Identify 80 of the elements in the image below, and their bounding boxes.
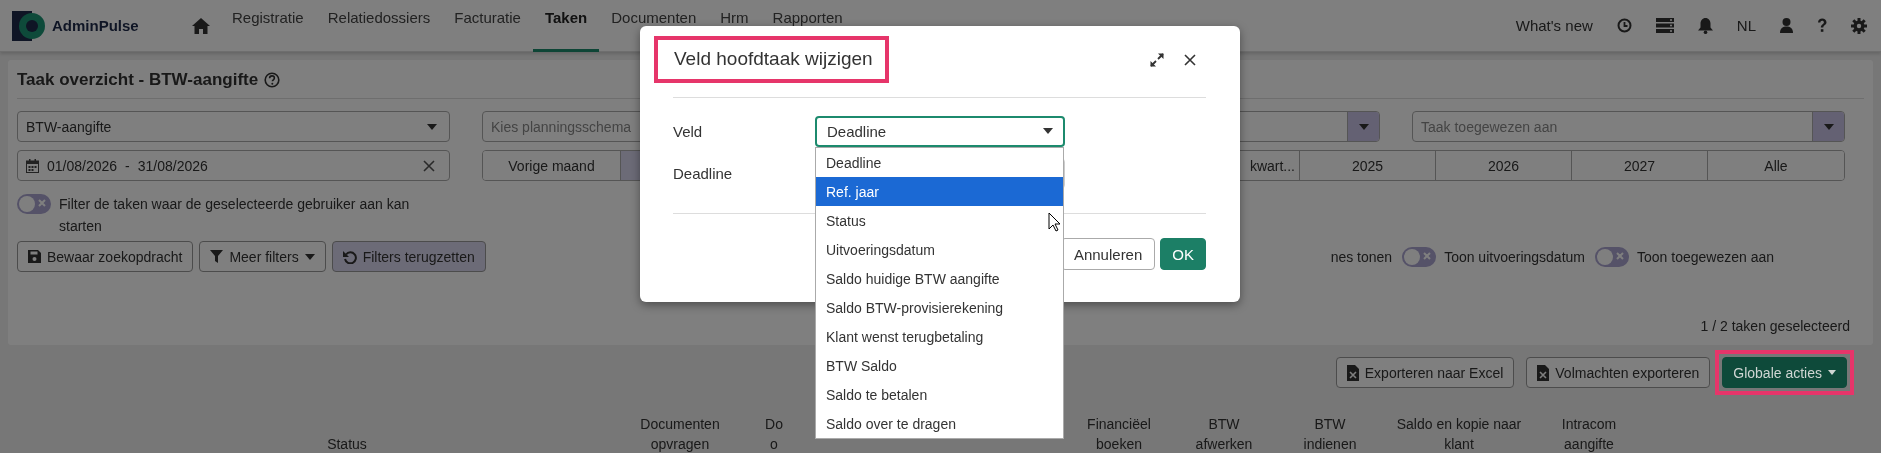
save-icon bbox=[28, 250, 41, 263]
cursor-icon bbox=[1048, 212, 1061, 232]
nav-item[interactable]: Registratie bbox=[220, 0, 316, 52]
whats-new-link[interactable]: What's new bbox=[1515, 17, 1593, 34]
toggle-switch[interactable] bbox=[1595, 247, 1629, 267]
bell-icon[interactable] bbox=[1697, 17, 1713, 34]
field-select[interactable]: Deadline bbox=[815, 115, 1065, 147]
server-icon[interactable] bbox=[1655, 18, 1674, 33]
column-header: BTW indienen bbox=[1302, 415, 1358, 453]
spreadsheet-file-icon bbox=[1346, 364, 1359, 381]
selection-count: 1 / 2 taken geselecteerd bbox=[1700, 318, 1850, 334]
nav-item[interactable]: Facturatie bbox=[442, 0, 533, 52]
save-search-button[interactable]: Bewaar zoekopdracht bbox=[17, 241, 194, 272]
toggle-label: Toon uitvoeringsdatum bbox=[1444, 248, 1585, 265]
logo-text: AdminPulse bbox=[52, 17, 139, 34]
date-range-field[interactable]: 01/08/2026 - 31/08/2026 bbox=[17, 150, 450, 181]
dropdown-option[interactable]: Uitvoeringsdatum bbox=[816, 235, 1063, 264]
x-icon bbox=[1616, 252, 1624, 260]
caret-icon bbox=[427, 123, 437, 130]
calendar-icon bbox=[26, 158, 39, 173]
dropdown-option[interactable]: Ref. jaar bbox=[816, 177, 1063, 206]
help-icon[interactable] bbox=[1817, 18, 1827, 33]
dropdown-option[interactable]: Saldo over te dragen bbox=[816, 409, 1063, 438]
modal-title: Veld hoofdtaak wijzigen bbox=[654, 36, 889, 83]
date-separator: - bbox=[125, 157, 130, 174]
column-header: Documenten opvragen bbox=[639, 415, 721, 453]
help-icon[interactable] bbox=[264, 72, 281, 88]
date-to: 31/08/2026 bbox=[137, 157, 209, 174]
more-filters-button[interactable]: Meer filters bbox=[199, 241, 326, 272]
filter-icon bbox=[210, 250, 224, 263]
caret-icon bbox=[1043, 128, 1053, 134]
dropdown-option[interactable]: Saldo huidige BTW aangifte bbox=[816, 264, 1063, 293]
export-button[interactable]: Volmachten exporteren bbox=[1526, 357, 1711, 388]
date-from: 01/08/2026 bbox=[47, 157, 118, 174]
logo-icon bbox=[12, 10, 46, 41]
caret-icon bbox=[304, 253, 315, 260]
global-actions-button[interactable]: Globale acties bbox=[1722, 357, 1847, 388]
caret-icon bbox=[1823, 123, 1834, 130]
field-label: Deadline bbox=[673, 164, 734, 182]
page-title: Taak overzicht - BTW-aangifte bbox=[17, 70, 259, 90]
ok-button[interactable]: OK bbox=[1160, 238, 1206, 270]
x-icon bbox=[1423, 252, 1432, 260]
dropdown-option[interactable]: Klant wenst terugbetaling bbox=[816, 322, 1063, 351]
x-icon bbox=[38, 199, 46, 207]
toggle-switch[interactable] bbox=[17, 194, 51, 214]
dropdown-option[interactable]: Saldo BTW-provisierekening bbox=[816, 293, 1063, 322]
language-selector[interactable]: NL bbox=[1736, 17, 1756, 34]
user-icon[interactable] bbox=[1780, 18, 1793, 33]
dropdown-option[interactable]: Deadline bbox=[816, 148, 1063, 177]
dropdown-option[interactable]: BTW Saldo bbox=[816, 351, 1063, 380]
column-header: Intracom aangifte bbox=[1560, 415, 1618, 453]
assignee-select[interactable]: Taak toegewezen aan bbox=[1412, 111, 1845, 142]
toggle-label: Toon toegewezen aan bbox=[1637, 248, 1774, 265]
settings-icon[interactable] bbox=[1851, 17, 1867, 34]
toggle-switch[interactable] bbox=[1402, 247, 1437, 267]
dropdown-option[interactable]: Status bbox=[816, 206, 1063, 235]
clear-icon[interactable] bbox=[423, 159, 435, 172]
toggle-label: Filter de taken waar de geselecteerde gebruiker aan kan starten bbox=[59, 195, 411, 236]
period-button[interactable]: Vorige maand bbox=[483, 151, 621, 180]
nav-item[interactable]: Taken bbox=[532, 0, 600, 52]
spreadsheet-file-icon bbox=[1537, 364, 1550, 381]
column-header: Financiëel boeken bbox=[1086, 415, 1152, 453]
column-header: BTW afwerken bbox=[1194, 415, 1254, 453]
expand-icon[interactable] bbox=[1150, 52, 1164, 67]
dropdown-option[interactable]: Saldo te betalen bbox=[816, 380, 1063, 409]
column-header: Saldo en kopie naar klant bbox=[1395, 415, 1523, 453]
close-icon[interactable] bbox=[1184, 53, 1196, 66]
caret-icon bbox=[1828, 370, 1836, 375]
column-header: Do o bbox=[764, 415, 784, 453]
undo-icon bbox=[342, 249, 357, 264]
field-label: Veld bbox=[673, 122, 704, 140]
caret-icon bbox=[1358, 123, 1369, 130]
clock-icon[interactable] bbox=[1616, 18, 1632, 33]
reset-filters-button[interactable]: Filters terugzetten bbox=[331, 241, 486, 272]
task-type-select[interactable]: BTW-aangifte bbox=[17, 111, 450, 142]
column-header: Status bbox=[326, 435, 368, 453]
export-button[interactable]: Exporteren naar Excel bbox=[1335, 357, 1515, 388]
nav-item[interactable]: Relatiedossiers bbox=[315, 0, 443, 52]
toggle-label: nes tonen bbox=[1330, 248, 1393, 265]
home-icon[interactable] bbox=[192, 17, 210, 34]
